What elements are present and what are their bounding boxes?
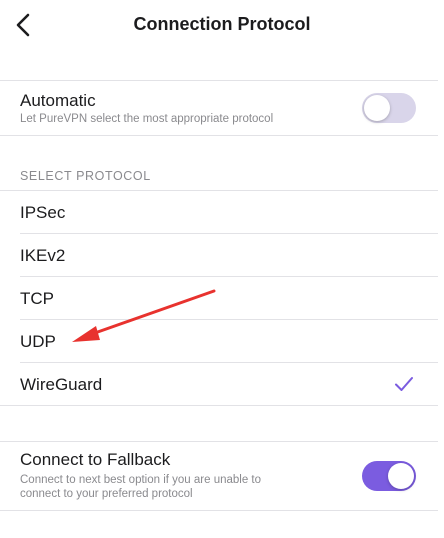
protocol-item-ipsec[interactable]: IPSec xyxy=(0,191,438,234)
nav-header: Connection Protocol xyxy=(0,0,444,50)
divider xyxy=(0,510,438,511)
protocol-item-tcp[interactable]: TCP xyxy=(0,277,438,320)
protocol-item-wireguard[interactable]: WireGuard xyxy=(0,363,438,406)
automatic-subtitle: Let PureVPN select the most appropriate … xyxy=(20,113,274,125)
protocol-label: UDP xyxy=(20,332,56,351)
toggle-knob xyxy=(388,463,414,489)
checkmark-icon xyxy=(395,377,413,391)
protocol-label: WireGuard xyxy=(20,375,103,394)
automatic-row: Automatic Let PureVPN select the most ap… xyxy=(0,81,438,135)
fallback-title: Connect to Fallback xyxy=(20,450,171,469)
automatic-toggle[interactable] xyxy=(362,93,416,123)
divider xyxy=(0,135,438,136)
protocol-label: TCP xyxy=(20,289,54,308)
divider xyxy=(0,405,438,406)
automatic-title: Automatic xyxy=(20,91,96,110)
protocol-label: IPSec xyxy=(20,203,66,222)
protocol-item-ikev2[interactable]: IKEv2 xyxy=(0,234,438,277)
page-title: Connection Protocol xyxy=(133,14,311,34)
select-protocol-header: SELECT PROTOCOL xyxy=(20,169,151,183)
fallback-subtitle-line2: connect to your preferred protocol xyxy=(20,488,193,500)
toggle-knob xyxy=(364,95,390,121)
connection-protocol-screen: Connection Protocol Automatic Let PureVP… xyxy=(0,0,444,538)
fallback-row: Connect to Fallback Connect to next best… xyxy=(0,442,438,510)
protocol-item-udp[interactable]: UDP xyxy=(0,320,438,363)
protocol-label: IKEv2 xyxy=(20,246,66,265)
fallback-toggle[interactable] xyxy=(362,461,416,491)
fallback-subtitle-line1: Connect to next best option if you are u… xyxy=(20,474,262,486)
